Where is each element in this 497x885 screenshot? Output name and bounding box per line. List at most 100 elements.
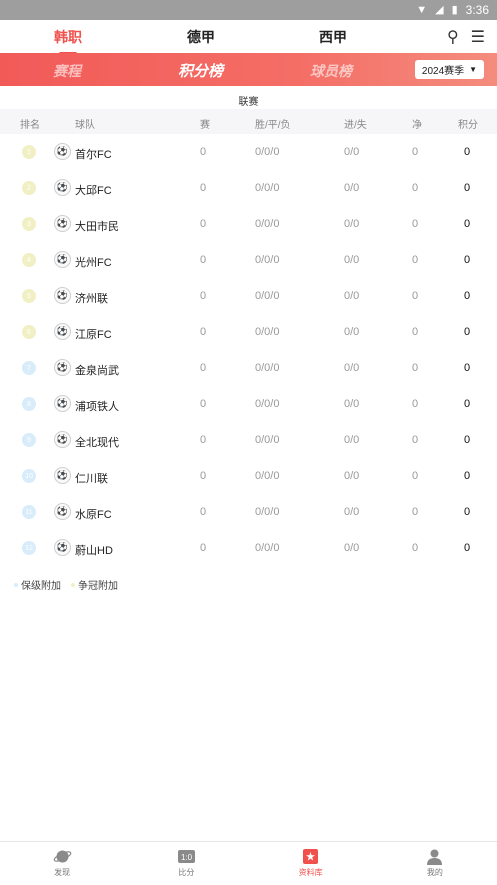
goal-diff-value: 0 [412, 254, 419, 266]
rank-badge: 11 [22, 505, 36, 519]
tab-bundesliga[interactable]: 德甲 [187, 27, 215, 47]
tab-laliga[interactable]: 西甲 [319, 27, 347, 47]
bottom-nav: 发现 1:0 比分 资料库 我的 [0, 841, 497, 885]
header-goal-diff: 净 [412, 120, 422, 131]
legend-label: 争冠附加 [78, 581, 118, 592]
sub-header: 赛程 积分榜 球员榜 2024赛季 ▼ [0, 53, 497, 86]
goal-diff-value: 0 [412, 470, 419, 482]
goals-value: 0/0 [344, 542, 360, 554]
menu-icon[interactable]: ☰ [471, 27, 485, 47]
nav-scores[interactable]: 1:0 比分 [124, 842, 248, 885]
goal-diff-value: 0 [412, 506, 419, 518]
goal-diff-value: 0 [412, 542, 419, 554]
table-row[interactable]: 1 ⚽ 首尔FC 0 0/0/0 0/0 0 0 [0, 134, 497, 170]
rank-badge: 9 [22, 433, 36, 447]
played-value: 0 [200, 470, 207, 482]
table-header: 排名 球队 赛 胜/平/负 进/失 净 积分 [0, 109, 497, 134]
goals-value: 0/0 [344, 182, 360, 194]
status-bar: ▼ ◢ ▮ 3:36 [0, 0, 497, 20]
points-value: 0 [464, 506, 471, 518]
table-row[interactable]: 8 ⚽ 浦项铁人 0 0/0/0 0/0 0 0 [0, 386, 497, 422]
points-value: 0 [464, 146, 471, 158]
header-points: 积分 [458, 120, 478, 131]
played-value: 0 [200, 434, 207, 446]
team-logo-icon: ⚽ [54, 143, 71, 160]
table-row[interactable]: 7 ⚽ 金泉尚武 0 0/0/0 0/0 0 0 [0, 350, 497, 386]
nav-label: 比分 [178, 868, 195, 877]
table-row[interactable]: 6 ⚽ 江原FC 0 0/0/0 0/0 0 0 [0, 314, 497, 350]
points-value: 0 [464, 254, 471, 266]
pin-icon[interactable]: ⚲ [447, 27, 459, 47]
points-value: 0 [464, 542, 471, 554]
table-row[interactable]: 10 ⚽ 仁川联 0 0/0/0 0/0 0 0 [0, 458, 497, 494]
nav-mine[interactable]: 我的 [373, 842, 497, 885]
points-value: 0 [464, 290, 471, 302]
team-logo-icon: ⚽ [54, 287, 71, 304]
rank-badge: 2 [22, 181, 36, 195]
table-row[interactable]: 2 ⚽ 大邱FC 0 0/0/0 0/0 0 0 [0, 170, 497, 206]
header-team: 球队 [75, 120, 95, 131]
played-value: 0 [200, 398, 207, 410]
team-name: 浦项铁人 [75, 401, 119, 413]
rank-badge: 4 [22, 253, 36, 267]
user-icon [425, 848, 444, 865]
played-value: 0 [200, 146, 207, 158]
team-name: 水原FC [75, 509, 112, 521]
nav-discover[interactable]: 发现 [0, 842, 124, 885]
scoreboard-icon: 1:0 [177, 848, 196, 865]
team-logo-icon: ⚽ [54, 503, 71, 520]
team-name: 全北现代 [75, 437, 119, 449]
wdl-value: 0/0/0 [255, 146, 280, 158]
points-value: 0 [464, 218, 471, 230]
table-row[interactable]: 3 ⚽ 大田市民 0 0/0/0 0/0 0 0 [0, 206, 497, 242]
goals-value: 0/0 [344, 362, 360, 374]
team-logo-icon: ⚽ [54, 467, 71, 484]
wdl-value: 0/0/0 [255, 434, 280, 446]
table-row[interactable]: 9 ⚽ 全北现代 0 0/0/0 0/0 0 0 [0, 422, 497, 458]
tab-label: 西甲 [319, 29, 347, 45]
season-select[interactable]: 2024赛季 ▼ [415, 60, 484, 79]
team-name: 仁川联 [75, 473, 108, 485]
goals-value: 0/0 [344, 326, 360, 338]
nav-label: 发现 [54, 868, 71, 877]
team-logo-icon: ⚽ [54, 323, 71, 340]
nav-label: 资料库 [298, 868, 323, 877]
tab-standings[interactable]: 积分榜 [178, 60, 223, 81]
tab-kleague[interactable]: 韩职 [54, 27, 82, 55]
goals-value: 0/0 [344, 146, 360, 158]
goal-diff-value: 0 [412, 362, 419, 374]
legend-dot [71, 582, 75, 587]
header-played: 赛 [200, 120, 210, 131]
rank-badge: 3 [22, 217, 36, 231]
tab-player-rankings[interactable]: 球员榜 [310, 61, 352, 81]
svg-text:1:0: 1:0 [181, 853, 193, 862]
table-row[interactable]: 12 ⚽ 蔚山HD 0 0/0/0 0/0 0 0 [0, 530, 497, 566]
points-value: 0 [464, 326, 471, 338]
tab-schedule[interactable]: 赛程 [53, 61, 81, 81]
goal-diff-value: 0 [412, 434, 419, 446]
table-row[interactable]: 11 ⚽ 水原FC 0 0/0/0 0/0 0 0 [0, 494, 497, 530]
goals-value: 0/0 [344, 398, 360, 410]
table-row[interactable]: 5 ⚽ 济州联 0 0/0/0 0/0 0 0 [0, 278, 497, 314]
goals-value: 0/0 [344, 218, 360, 230]
points-value: 0 [464, 182, 471, 194]
team-logo-icon: ⚽ [54, 395, 71, 412]
wdl-value: 0/0/0 [255, 506, 280, 518]
top-actions: ⚲ ☰ [447, 27, 485, 47]
team-name: 光州FC [75, 257, 112, 269]
points-value: 0 [464, 398, 471, 410]
rank-badge: 7 [22, 361, 36, 375]
wdl-value: 0/0/0 [255, 326, 280, 338]
rank-badge: 12 [22, 541, 36, 555]
legend-championship-playoff: 争冠附加 [71, 577, 118, 592]
table-row[interactable]: 4 ⚽ 光州FC 0 0/0/0 0/0 0 0 [0, 242, 497, 278]
wdl-value: 0/0/0 [255, 290, 280, 302]
nav-database[interactable]: 资料库 [249, 842, 373, 885]
planet-icon [53, 848, 72, 865]
goal-diff-value: 0 [412, 290, 419, 302]
wdl-value: 0/0/0 [255, 470, 280, 482]
nav-label: 我的 [426, 868, 443, 877]
played-value: 0 [200, 290, 207, 302]
team-logo-icon: ⚽ [54, 179, 71, 196]
season-value: 2024赛季 [421, 66, 465, 77]
